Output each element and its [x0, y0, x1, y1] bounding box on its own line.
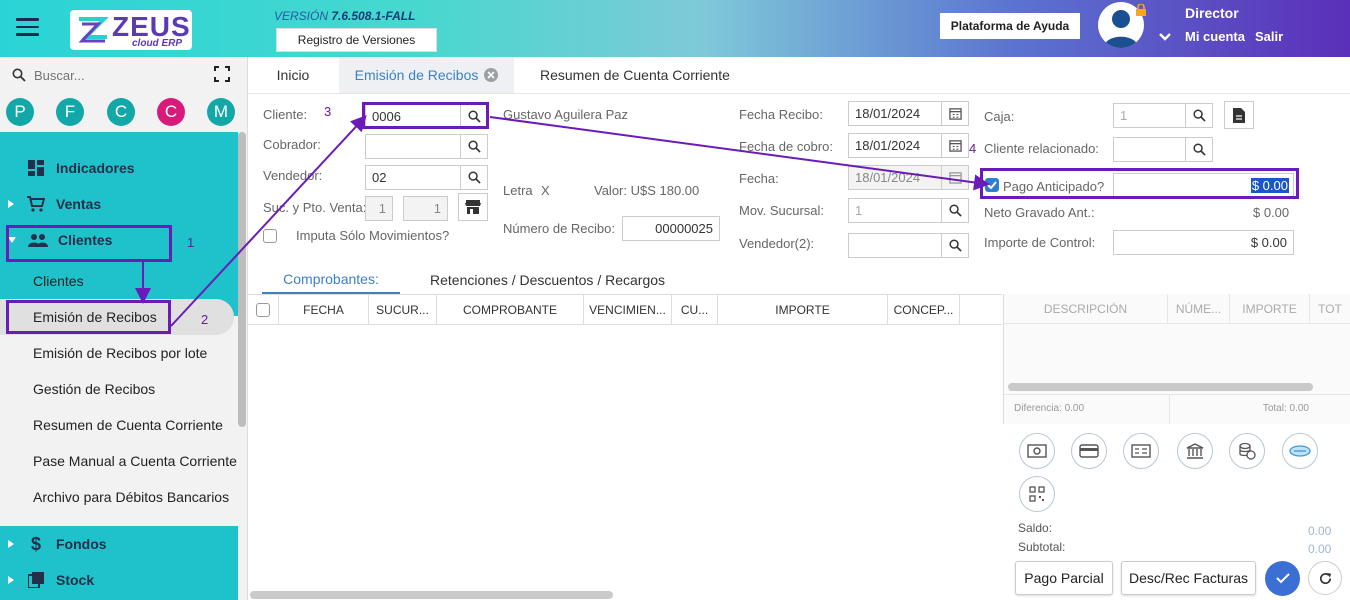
annotation-arrows	[135, 115, 990, 327]
